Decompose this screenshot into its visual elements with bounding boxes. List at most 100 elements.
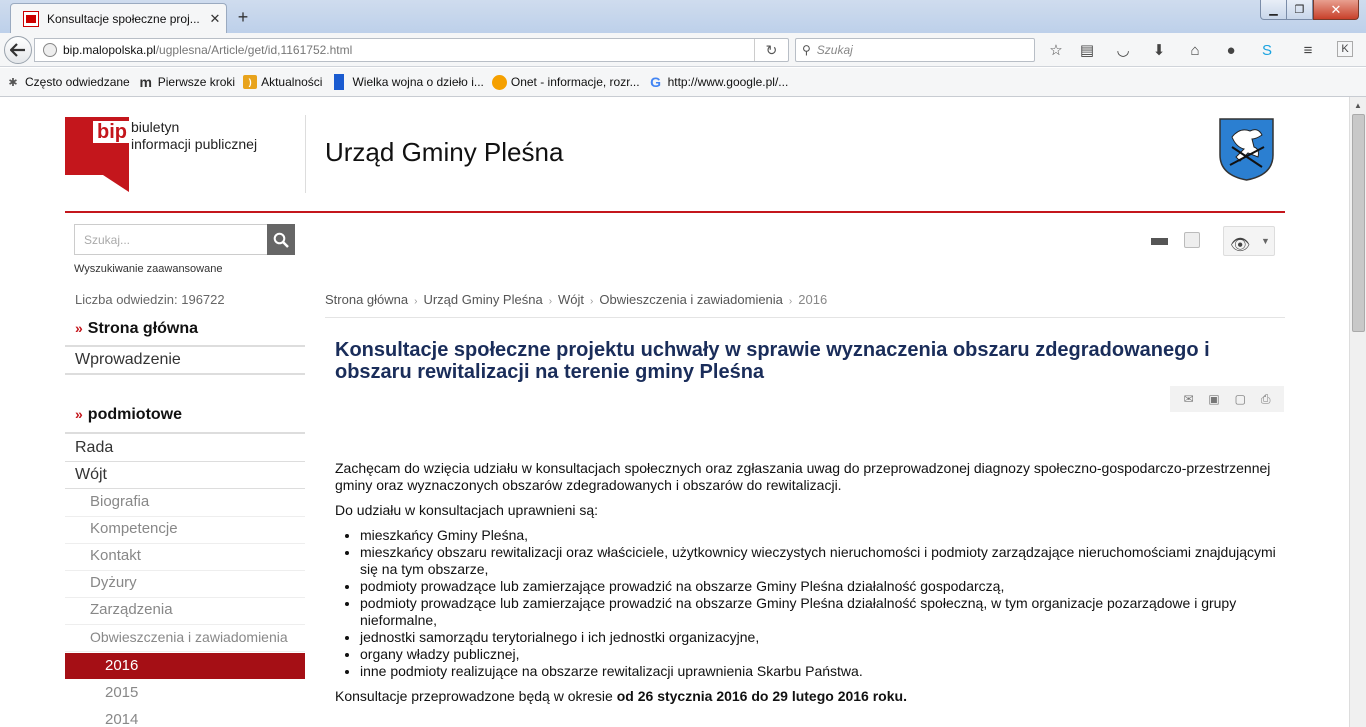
list-item: inne podmioty realizujące na obszarze re… xyxy=(360,663,1285,680)
sidebar-subitem[interactable]: Biografia xyxy=(65,491,305,517)
bookmark-label: Często odwiedzane xyxy=(25,75,130,89)
sidebar-item-wojt[interactable]: Wójt xyxy=(65,464,305,489)
email-icon[interactable]: ✉ xyxy=(1183,392,1193,406)
download-icon[interactable]: ⬇ xyxy=(1149,41,1169,59)
reload-icon[interactable]: ↻ xyxy=(754,39,788,61)
window-close-button[interactable]: ✕ xyxy=(1313,0,1359,20)
sidebar-subitem[interactable]: Obwieszczenia i zawiadomienia xyxy=(65,626,305,652)
breadcrumb-current: 2016 xyxy=(798,292,828,307)
browser-search-placeholder: Szukaj xyxy=(816,43,853,57)
bip-logo-text: biuletyn informacji publicznej xyxy=(131,119,258,152)
sidebar-subitem[interactable]: Zarządzenia xyxy=(65,599,305,625)
breadcrumb-separator-icon: › xyxy=(788,296,793,307)
window-maximize-button[interactable]: ❐ xyxy=(1287,0,1313,20)
vertical-scrollbar[interactable]: ▲ xyxy=(1349,97,1366,727)
header-divider xyxy=(305,115,306,193)
scrollbar-thumb[interactable] xyxy=(1352,114,1365,332)
url-bar[interactable]: bip.malopolska.pl/ugplesna/Article/get/i… xyxy=(34,38,789,62)
contrast-icon[interactable] xyxy=(1151,238,1168,245)
sidebar-item-home[interactable]: » Strona główna xyxy=(65,317,305,347)
article-content: Zachęcam do wzięcia udziału w konsultacj… xyxy=(335,460,1285,713)
bookmark-item[interactable]: ) Aktualności xyxy=(243,75,322,89)
sidebar-subitem[interactable]: Kontakt xyxy=(65,545,305,571)
breadcrumb-link[interactable]: Obwieszczenia i zawiadomienia xyxy=(599,292,783,307)
sidebar-year-2014[interactable]: 2014 xyxy=(65,707,305,727)
breadcrumb-divider xyxy=(325,317,1285,318)
bip-logo-word: bip xyxy=(93,121,131,143)
globe-icon xyxy=(43,43,57,57)
browser-search-input[interactable]: ⚲ Szukaj xyxy=(795,38,1035,62)
xml-icon[interactable]: ▢ xyxy=(1235,392,1246,406)
new-tab-button[interactable]: + xyxy=(232,6,254,28)
home-icon[interactable]: ⌂ xyxy=(1185,41,1205,59)
rss-feed-icon[interactable] xyxy=(1184,232,1200,248)
breadcrumb-separator-icon: › xyxy=(414,296,418,307)
site-search-button[interactable] xyxy=(267,224,295,255)
sidebar-year-2016[interactable]: 2016 xyxy=(65,653,305,679)
pdf-icon[interactable]: ▣ xyxy=(1208,392,1219,406)
bullet-icon: » xyxy=(75,320,83,336)
chevron-down-icon: ▼ xyxy=(1261,236,1270,246)
breadcrumb-link[interactable]: Urząd Gminy Pleśna xyxy=(423,292,542,307)
search-icon: ⚲ xyxy=(802,43,811,57)
list-item: mieszkańcy obszaru rewitalizacji oraz wł… xyxy=(360,544,1285,578)
bookmark-label: http://www.google.pl/... xyxy=(667,75,789,89)
bookmark-label: Wielka wojna o dzieło i... xyxy=(352,75,484,89)
window-minimize-button[interactable]: ▁ xyxy=(1260,0,1287,20)
web-page: bip biuletyn informacji publicznej Urząd… xyxy=(0,97,1349,727)
back-button[interactable] xyxy=(4,36,32,64)
site-title[interactable]: Urząd Gminy Pleśna xyxy=(325,137,563,168)
bip-logo[interactable]: bip xyxy=(65,117,131,192)
sidebar-item-intro[interactable]: Wprowadzenie xyxy=(65,349,305,375)
advanced-search-link[interactable]: Wyszukiwanie zaawansowane xyxy=(74,263,222,275)
bookmark-item[interactable]: G http://www.google.pl/... xyxy=(648,74,789,90)
bookmark-item[interactable]: m Pierwsze kroki xyxy=(138,74,236,90)
browser-titlebar: Konsultacje społeczne proj... ✕ + ▁ ❐ ✕ xyxy=(0,0,1366,33)
site-search-input[interactable]: Szukaj... xyxy=(74,224,268,255)
reading-list-icon[interactable]: ▤ xyxy=(1077,41,1097,59)
profile-icon[interactable]: K xyxy=(1337,41,1353,57)
rss-icon: ) xyxy=(243,75,258,89)
pocket-icon[interactable]: ◡ xyxy=(1113,41,1133,59)
chat-icon[interactable]: ● xyxy=(1221,41,1241,59)
url-path: /ugplesna/Article/get/id,1161752.html xyxy=(155,43,353,57)
eye-icon: 👁 xyxy=(1230,237,1251,254)
bookmark-item[interactable]: Onet - informacje, rozr... xyxy=(491,74,640,90)
breadcrumb: Strona główna › Urząd Gminy Pleśna › Wójt › Ob… xyxy=(325,292,827,307)
breadcrumb-link[interactable]: Wójt xyxy=(558,292,584,307)
bookmark-item[interactable]: ✱ Często odwiedzane xyxy=(5,74,130,90)
skype-icon[interactable]: S xyxy=(1257,41,1277,59)
coat-of-arms-icon xyxy=(1219,118,1274,181)
back-arrow-icon xyxy=(10,43,25,57)
visit-counter: Liczba odwiedzin: 196722 xyxy=(75,292,225,307)
consultation-period: Konsultacje przeprowadzone będą w okresi… xyxy=(335,688,907,704)
list-item: organy władzy publicznej, xyxy=(360,646,1285,663)
sidebar-subitem[interactable]: Kompetencje xyxy=(65,518,305,544)
sidebar-subitem[interactable]: Dyżury xyxy=(65,572,305,598)
onet-icon xyxy=(491,74,507,90)
blue-bookmark-icon xyxy=(334,74,345,90)
sidebar-section-podmiotowe[interactable]: » podmiotowe xyxy=(65,403,305,434)
tab-close-icon[interactable]: ✕ xyxy=(204,11,226,27)
bullet-icon: » xyxy=(75,406,83,422)
accessibility-tools: 👁 ▼ xyxy=(1140,226,1280,256)
view-options-dropdown[interactable]: 👁 ▼ xyxy=(1223,226,1275,256)
bookmark-item[interactable]: Wielka wojna o dzieło i... xyxy=(334,74,484,90)
bookmark-label: Onet - informacje, rozr... xyxy=(510,75,640,89)
scroll-up-arrow-icon[interactable]: ▲ xyxy=(1350,97,1366,114)
sidebar-year-2015[interactable]: 2015 xyxy=(65,680,305,706)
bookmark-star-icon[interactable]: ☆ xyxy=(1046,41,1066,59)
article-intro: Zachęcam do wzięcia udziału w konsultacj… xyxy=(335,460,1271,493)
m-logo-icon: m xyxy=(139,74,152,90)
menu-icon[interactable]: ≡ xyxy=(1298,41,1318,59)
list-item: podmioty prowadzące lub zamierzające pro… xyxy=(360,578,1285,595)
header-red-line xyxy=(65,211,1285,213)
breadcrumb-link[interactable]: Strona główna xyxy=(325,292,408,307)
browser-tab[interactable]: Konsultacje społeczne proj... ✕ xyxy=(10,3,227,33)
sidebar-item-rada[interactable]: Rada xyxy=(65,437,305,462)
eligible-list: mieszkańcy Gminy Pleśna, mieszkańcy obsz… xyxy=(335,527,1285,680)
url-host: bip.malopolska.pl xyxy=(63,43,156,57)
list-item: podmioty prowadzące lub zamierzające pro… xyxy=(360,595,1285,629)
consultation-dates: od 26 stycznia 2016 do 29 lutego 2016 ro… xyxy=(616,688,907,704)
print-icon[interactable]: ⎙ xyxy=(1261,392,1271,407)
